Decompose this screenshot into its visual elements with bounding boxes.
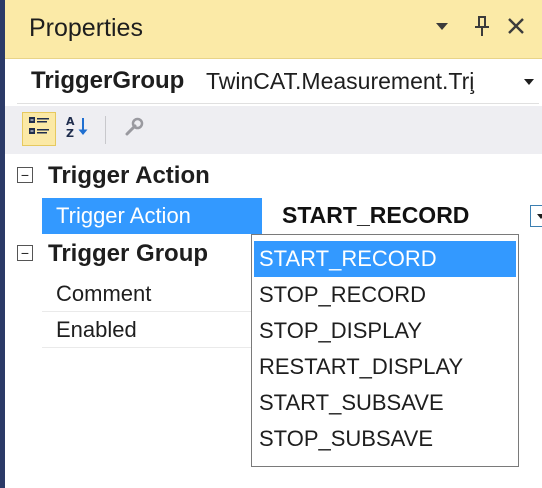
property-name: Trigger Action <box>42 198 262 234</box>
alphabetical-button[interactable]: A Z <box>61 112 95 146</box>
chevron-down-icon <box>536 207 542 225</box>
chevron-down-icon[interactable] <box>520 69 538 95</box>
category-label: Trigger Action <box>48 162 210 189</box>
panel-title: Properties <box>29 14 143 42</box>
property-row-trigger-action[interactable]: Trigger Action START_RECORD <box>42 198 542 234</box>
dropdown-option[interactable]: START_RECORD <box>254 241 516 277</box>
property-pages-icon <box>123 116 145 143</box>
svg-text:Z: Z <box>66 127 74 140</box>
auto-hide-pin-button[interactable] <box>465 10 499 46</box>
categorized-icon <box>27 115 51 144</box>
window-position-dropdown[interactable] <box>425 10 459 46</box>
category-label: Trigger Group <box>48 240 209 267</box>
properties-toolbar: A Z <box>5 106 542 154</box>
properties-panel: Properties TriggerGroup TwinCAT.Measurem… <box>5 0 542 488</box>
property-pages-button[interactable] <box>117 112 151 146</box>
dropdown-option[interactable]: STOP_SUBSAVE <box>254 421 516 457</box>
dropdown-option[interactable]: STOP_DISPLAY <box>254 313 516 349</box>
collapse-icon[interactable]: − <box>17 167 33 183</box>
object-name: TriggerGroup <box>31 67 185 94</box>
dropdown-option[interactable]: START_SUBSAVE <box>254 385 516 421</box>
category-trigger-action: − Trigger Action <box>5 158 542 194</box>
dropdown-option[interactable]: RESTART_DISPLAY <box>254 349 516 385</box>
pin-icon <box>473 15 491 42</box>
triangle-down-icon <box>435 19 449 37</box>
property-value: START_RECORD <box>282 202 470 228</box>
trigger-action-dropdown-list[interactable]: START_RECORD STOP_RECORD STOP_DISPLAY RE… <box>251 234 519 467</box>
dropdown-option[interactable]: STOP_RECORD <box>254 277 516 313</box>
panel-title-bar: Properties <box>5 0 542 59</box>
close-button[interactable] <box>499 10 533 46</box>
property-name: Enabled <box>42 312 262 348</box>
object-selector[interactable]: TriggerGroup TwinCAT.Measurement.Tri̧ <box>17 61 539 104</box>
object-type: TwinCAT.Measurement.Tri̧ <box>206 68 475 94</box>
alphabetical-sort-icon: A Z <box>65 114 91 145</box>
categorized-button[interactable] <box>22 112 56 146</box>
toolbar-separator <box>105 116 106 144</box>
property-value-combo[interactable]: START_RECORD <box>262 198 542 234</box>
combo-dropdown-button[interactable] <box>530 205 542 227</box>
close-icon <box>507 17 525 40</box>
property-name: Comment <box>42 276 262 312</box>
collapse-icon[interactable]: − <box>17 245 33 261</box>
